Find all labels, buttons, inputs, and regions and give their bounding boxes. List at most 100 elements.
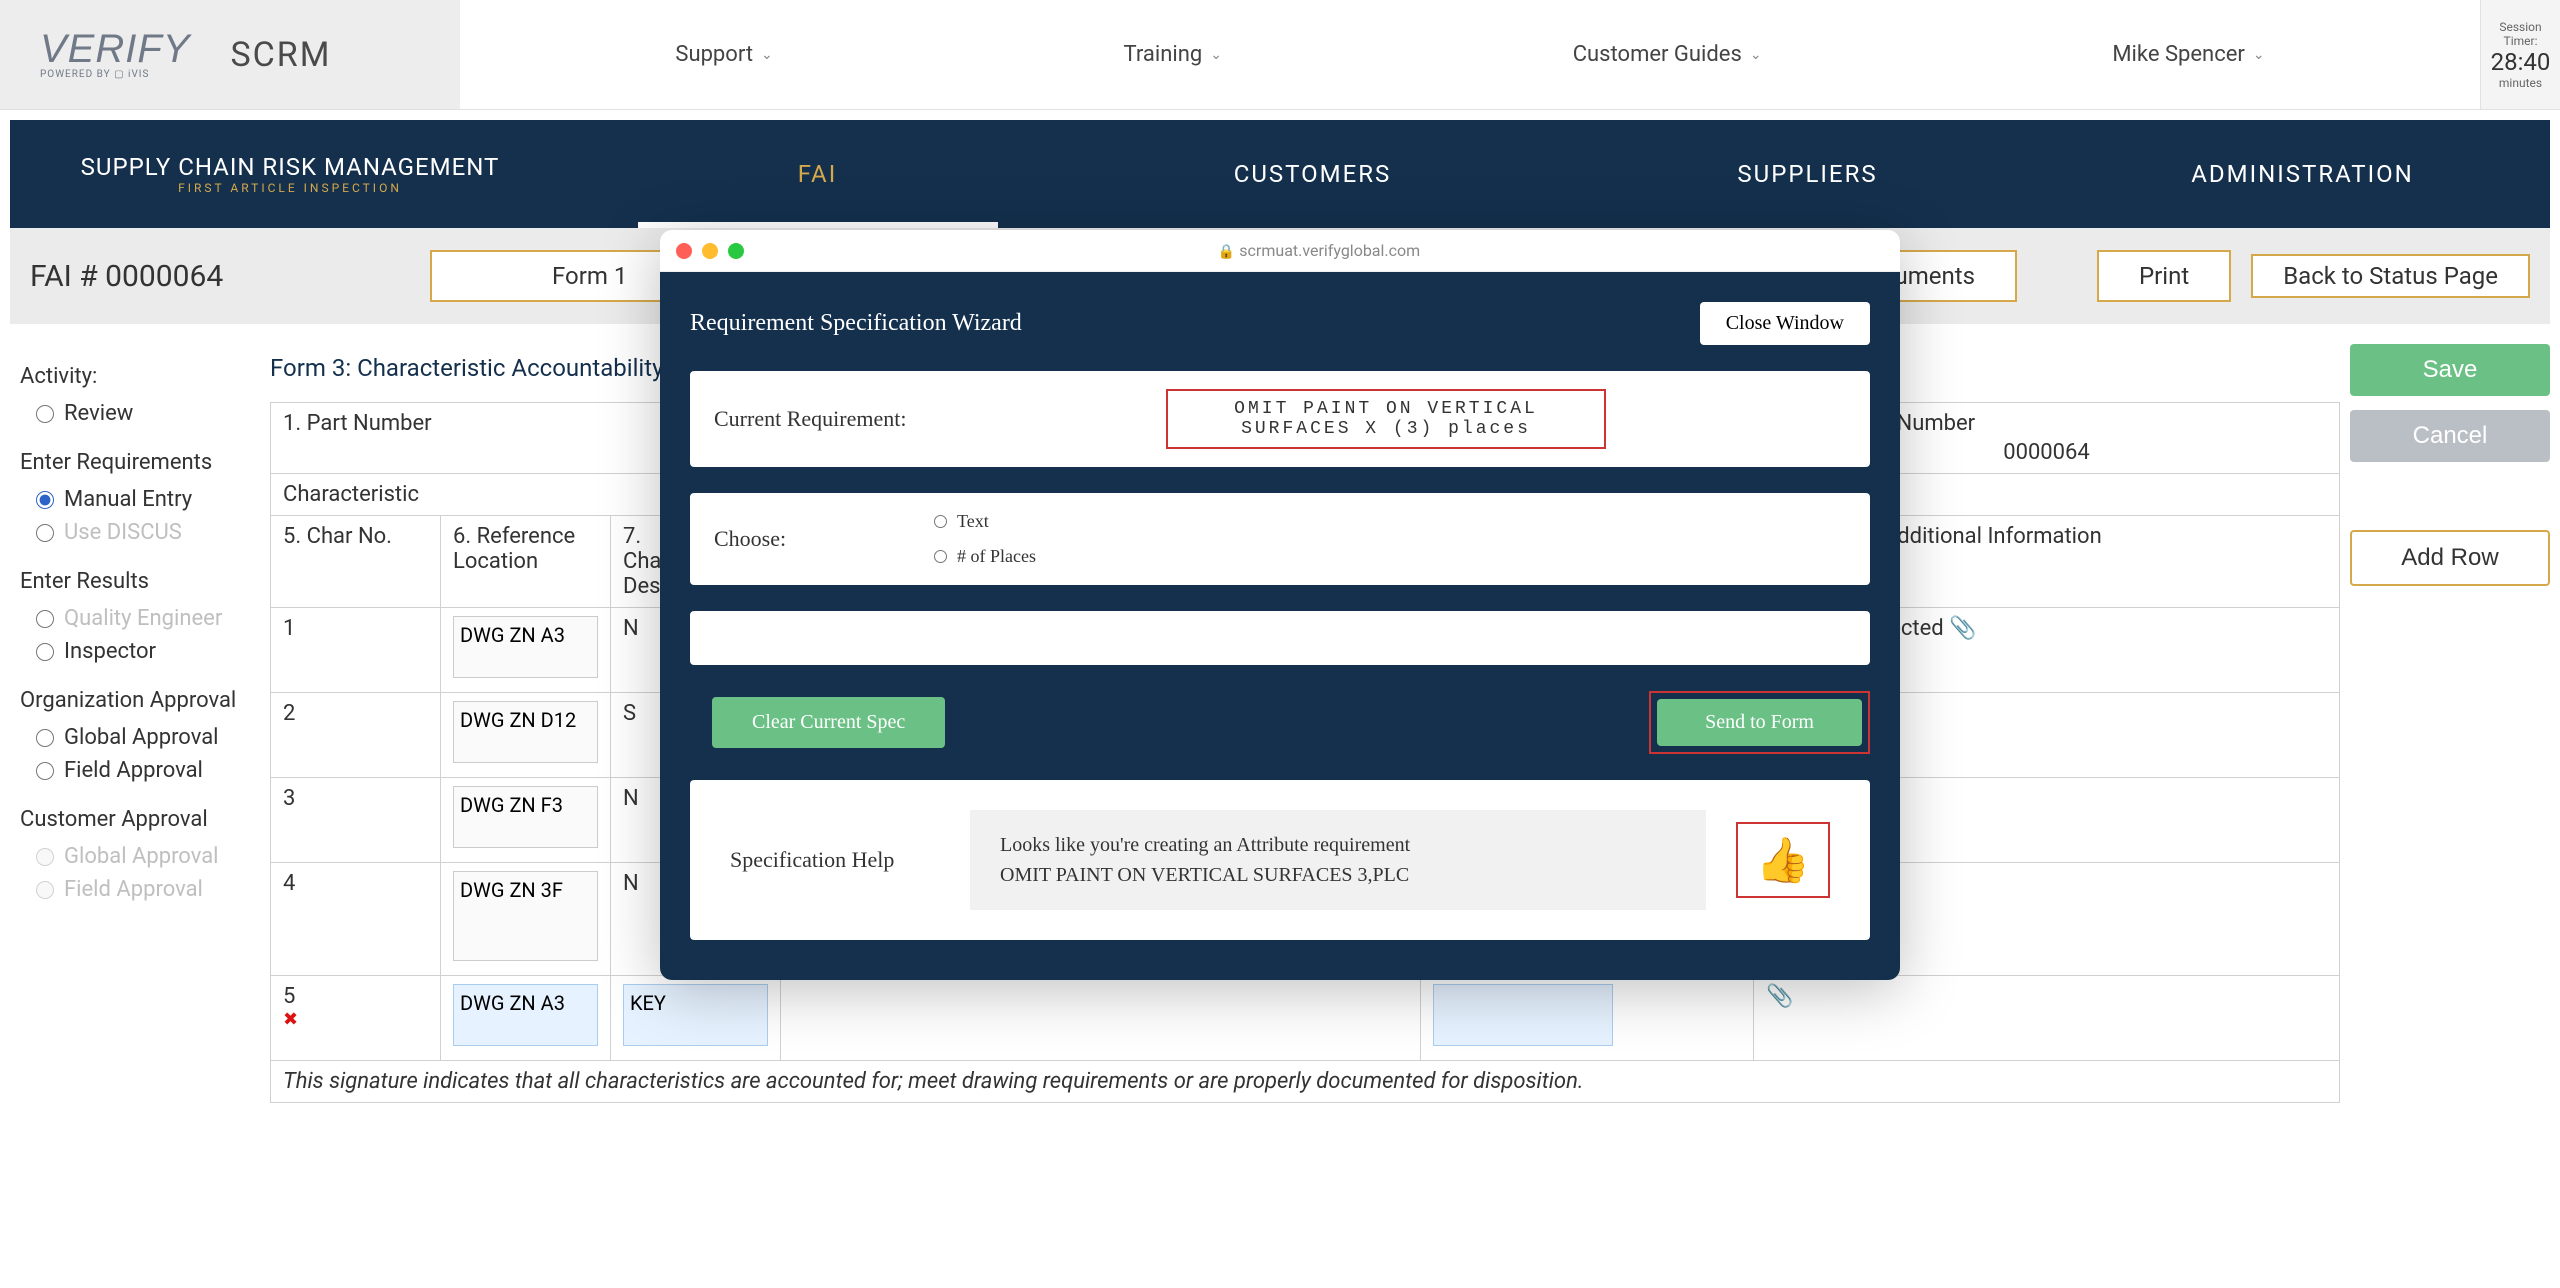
radio-qe-label: Quality Engineer	[64, 606, 222, 631]
cell-ref-input[interactable]	[453, 701, 598, 763]
radio-text-label: Text	[957, 511, 989, 532]
modal-title: Requirement Specification Wizard	[690, 310, 1022, 337]
cell-designator-input[interactable]	[623, 984, 768, 1046]
logo-area: VERIFY POWERED BY ▢ iVIS SCRM	[0, 0, 460, 109]
back-to-status-button[interactable]: Back to Status Page	[2251, 254, 2530, 299]
tab-fai[interactable]: FAI	[570, 120, 1065, 228]
radio-field-approval[interactable]: Field Approval	[20, 754, 250, 787]
nav-guides-label: Customer Guides	[1573, 42, 1742, 67]
radio-cfa-label: Field Approval	[64, 877, 203, 902]
minimize-icon[interactable]	[702, 243, 718, 259]
col-char-no: 5. Char No.	[271, 516, 441, 608]
requirement-wizard-modal: 🔒scrmuat.verifyglobal.com Requirement Sp…	[660, 230, 1900, 980]
cell-ref-input[interactable]	[453, 871, 598, 961]
cell-char-no: 1	[271, 608, 441, 693]
radio-cust-global-approval: Global Approval	[20, 840, 250, 873]
radio-text-input[interactable]	[934, 515, 947, 528]
modal-titlebar: 🔒scrmuat.verifyglobal.com	[660, 230, 1900, 272]
maximize-icon[interactable]	[728, 243, 744, 259]
radio-places-input[interactable]	[934, 550, 947, 563]
spec-help-message: Looks like you're creating an Attribute …	[970, 810, 1706, 910]
modal-actions: Clear Current Spec Send to Form	[690, 691, 1870, 754]
radio-cust-field-approval: Field Approval	[20, 873, 250, 906]
cell-ref-input[interactable]	[453, 984, 598, 1046]
page-title: FAI # 0000064	[30, 259, 410, 294]
cell-char-no: 5✖	[271, 976, 441, 1061]
radio-use-discus[interactable]: Use DISCUS	[20, 516, 250, 549]
sidebar-enter-requirements-header: Enter Requirements	[20, 450, 250, 475]
radio-places[interactable]: # of Places	[934, 546, 1846, 567]
sidebar: Activity: Review Enter Requirements Manu…	[10, 344, 260, 1103]
radio-qe-input[interactable]	[36, 610, 54, 628]
thumbs-up-icon: 👍	[1736, 822, 1830, 898]
sidebar-activity-header: Activity:	[20, 364, 250, 389]
nav-support-label: Support	[675, 42, 753, 67]
nav-support[interactable]: Support⌄	[675, 42, 772, 67]
nav-user[interactable]: Mike Spencer⌄	[2112, 42, 2264, 67]
cell-blank-input[interactable]	[1433, 984, 1613, 1046]
modal-url: 🔒scrmuat.verifyglobal.com	[754, 241, 1884, 260]
radio-review-label: Review	[64, 401, 133, 426]
cancel-button[interactable]: Cancel	[2350, 410, 2550, 462]
current-requirement-value: OMIT PAINT ON VERTICAL SURFACES X (3) pl…	[1166, 389, 1606, 449]
cell-ref-input[interactable]	[453, 616, 598, 678]
radio-global-approval[interactable]: Global Approval	[20, 721, 250, 754]
delete-icon[interactable]: ✖	[283, 1009, 428, 1030]
radio-discus-label: Use DISCUS	[64, 520, 182, 545]
choose-options: Text # of Places	[934, 511, 1846, 567]
modal-header: Requirement Specification Wizard Close W…	[690, 302, 1870, 345]
radio-ga-input[interactable]	[36, 729, 54, 747]
send-to-form-button[interactable]: Send to Form	[1657, 699, 1862, 746]
radio-manual-input[interactable]	[36, 491, 54, 509]
session-unit: minutes	[2481, 76, 2560, 90]
save-button[interactable]: Save	[2350, 344, 2550, 396]
radio-places-label: # of Places	[957, 546, 1036, 567]
radio-fa-input[interactable]	[36, 762, 54, 780]
radio-fa-label: Field Approval	[64, 758, 203, 783]
radio-discus-input[interactable]	[36, 524, 54, 542]
add-row-button[interactable]: Add Row	[2350, 530, 2550, 586]
send-highlight: Send to Form	[1649, 691, 1870, 754]
tab-customers[interactable]: CUSTOMERS	[1065, 120, 1560, 228]
cell-ref-input[interactable]	[453, 786, 598, 848]
paperclip-icon[interactable]: 📎	[1949, 616, 1976, 641]
spec-help-panel: Specification Help Looks like you're cre…	[690, 780, 1870, 940]
table-row: 5✖ 📎	[271, 976, 2340, 1061]
radio-inspector[interactable]: Inspector	[20, 635, 250, 668]
radio-cga-input	[36, 848, 54, 866]
tab-suppliers[interactable]: SUPPLIERS	[1560, 120, 2055, 228]
close-window-button[interactable]: Close Window	[1700, 302, 1870, 345]
clear-spec-button[interactable]: Clear Current Spec	[712, 697, 945, 748]
top-nav: Support⌄ Training⌄ Customer Guides⌄ Mike…	[460, 42, 2480, 67]
table-footer-row: This signature indicates that all charac…	[271, 1061, 2340, 1103]
tab-administration[interactable]: ADMINISTRATION	[2055, 120, 2550, 228]
main-nav-brand: SUPPLY CHAIN RISK MANAGEMENT FIRST ARTIC…	[10, 120, 570, 228]
modal-body: Requirement Specification Wizard Close W…	[660, 272, 1900, 980]
session-timer: Session Timer: 28:40 minutes	[2480, 0, 2560, 109]
choose-label: Choose:	[714, 526, 914, 552]
nav-guides[interactable]: Customer Guides⌄	[1573, 42, 1762, 67]
radio-quality-engineer[interactable]: Quality Engineer	[20, 602, 250, 635]
right-actions: Save Cancel Add Row	[2350, 344, 2550, 1103]
print-button[interactable]: Print	[2097, 250, 2231, 302]
brand-title: SUPPLY CHAIN RISK MANAGEMENT	[81, 153, 500, 181]
radio-review-input[interactable]	[36, 405, 54, 423]
radio-review[interactable]: Review	[20, 397, 250, 430]
session-label2: Timer:	[2481, 34, 2560, 48]
paperclip-icon[interactable]: 📎	[1754, 976, 2340, 1061]
radio-text[interactable]: Text	[934, 511, 1846, 532]
session-label1: Session	[2481, 20, 2560, 34]
spec-help-label: Specification Help	[730, 847, 940, 873]
session-time: 28:40	[2481, 48, 2560, 76]
current-requirement-label: Current Requirement:	[714, 406, 914, 432]
logo-scrm: SCRM	[230, 35, 331, 75]
choose-panel: Choose: Text # of Places	[690, 493, 1870, 585]
radio-manual-entry[interactable]: Manual Entry	[20, 483, 250, 516]
radio-insp-label: Inspector	[64, 639, 156, 664]
nav-training[interactable]: Training⌄	[1124, 42, 1222, 67]
close-icon[interactable]	[676, 243, 692, 259]
col-ref-location: 6. Reference Location	[441, 516, 611, 608]
sidebar-org-approval-header: Organization Approval	[20, 688, 250, 713]
radio-insp-input[interactable]	[36, 643, 54, 661]
current-requirement-panel: Current Requirement: OMIT PAINT ON VERTI…	[690, 371, 1870, 467]
